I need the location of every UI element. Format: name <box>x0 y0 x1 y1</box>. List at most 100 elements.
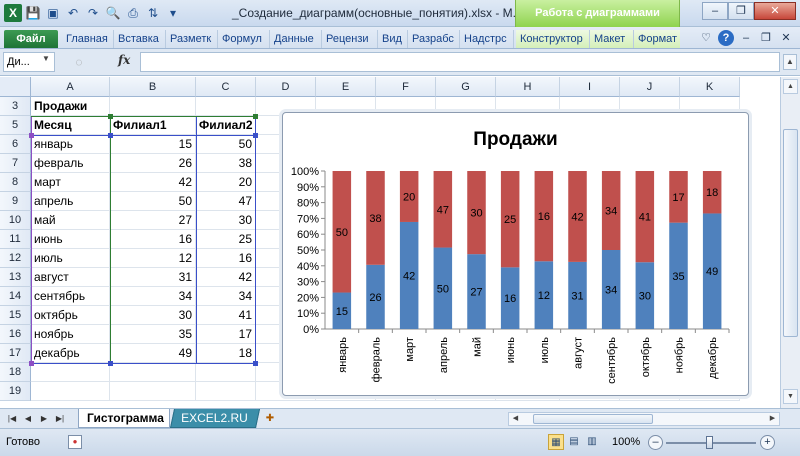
range-handle[interactable] <box>253 133 258 138</box>
data-cell[interactable]: апрель <box>31 192 110 211</box>
scroll-left-icon[interactable]: ◀ <box>509 413 522 425</box>
range-handle[interactable] <box>108 114 113 119</box>
tab-format[interactable]: Формат <box>634 30 680 48</box>
excel-app-icon[interactable]: X <box>4 4 22 22</box>
close-button[interactable]: ✕ <box>754 2 796 20</box>
tab-layout[interactable]: Макет <box>590 30 634 48</box>
column-header[interactable]: B <box>110 77 196 97</box>
cell[interactable] <box>110 363 196 382</box>
row-header[interactable]: 14 <box>0 287 31 306</box>
row-header[interactable]: 8 <box>0 173 31 192</box>
page-break-view-icon[interactable]: ▥ <box>584 434 600 450</box>
sort-icon[interactable]: ⇅ <box>144 4 162 22</box>
cell[interactable] <box>110 382 196 401</box>
column-header[interactable]: A <box>31 77 110 97</box>
restore-button[interactable]: ❐ <box>728 2 754 20</box>
range-handle[interactable] <box>29 361 34 366</box>
range-handle[interactable] <box>253 361 258 366</box>
collapse-ribbon-icon[interactable]: ♡ <box>698 30 714 46</box>
tab-insert[interactable]: Вставка <box>114 30 166 48</box>
column-header[interactable]: F <box>376 77 436 97</box>
data-cell[interactable]: июнь <box>31 230 110 249</box>
expand-formula-bar-icon[interactable]: ▲ <box>783 54 797 70</box>
tab-data[interactable]: Данные <box>270 30 322 48</box>
insert-sheet-icon[interactable]: ✚ <box>262 411 278 426</box>
macro-record-icon[interactable]: ● <box>68 435 82 449</box>
data-cell[interactable]: 38 <box>196 154 256 173</box>
data-cell[interactable]: 26 <box>110 154 196 173</box>
cell[interactable] <box>110 97 196 116</box>
row-header[interactable]: 16 <box>0 325 31 344</box>
data-cell[interactable]: 15 <box>110 135 196 154</box>
data-cell[interactable]: 34 <box>196 287 256 306</box>
data-cell[interactable]: 25 <box>196 230 256 249</box>
name-box-dropdown-icon[interactable]: ▼ <box>42 54 50 63</box>
help-icon[interactable]: ? <box>718 30 734 46</box>
cell[interactable] <box>31 363 110 382</box>
data-cell[interactable]: 16 <box>196 249 256 268</box>
column-header[interactable]: J <box>620 77 680 97</box>
row-header[interactable]: 5 <box>0 116 31 135</box>
data-cell[interactable]: Месяц <box>31 116 110 135</box>
tab-page-layout[interactable]: Разметк <box>166 30 218 48</box>
row-header[interactable]: 15 <box>0 306 31 325</box>
print-preview-icon[interactable]: ▣ <box>44 4 62 22</box>
data-cell[interactable]: 17 <box>196 325 256 344</box>
data-cell[interactable]: май <box>31 211 110 230</box>
range-handle[interactable] <box>253 114 258 119</box>
print-icon[interactable]: ⎙ <box>124 4 142 22</box>
normal-view-icon[interactable]: ▦ <box>548 434 564 450</box>
customize-qat-icon[interactable]: ▾ <box>164 4 182 22</box>
row-header[interactable]: 9 <box>0 192 31 211</box>
tab-review[interactable]: Рецензи <box>322 30 378 48</box>
workbook-minimize-icon[interactable]: – <box>738 30 754 46</box>
cell[interactable] <box>196 382 256 401</box>
zoom-out-icon[interactable]: – <box>648 435 663 450</box>
data-cell[interactable]: Продажи <box>31 97 110 116</box>
data-cell[interactable]: 42 <box>196 268 256 287</box>
row-header[interactable]: 18 <box>0 363 31 382</box>
data-cell[interactable]: август <box>31 268 110 287</box>
row-header[interactable]: 19 <box>0 382 31 401</box>
sheet-tab-active[interactable]: Гистограмма <box>78 409 170 428</box>
column-header[interactable]: K <box>680 77 740 97</box>
row-header[interactable]: 12 <box>0 249 31 268</box>
next-sheet-icon[interactable]: ▶ <box>38 412 50 426</box>
formula-input[interactable] <box>140 52 780 72</box>
column-header[interactable]: H <box>496 77 560 97</box>
scroll-down-icon[interactable]: ▼ <box>783 389 798 404</box>
page-layout-view-icon[interactable]: ▤ <box>566 434 582 450</box>
print-preview-page-icon[interactable]: 🔍 <box>104 4 122 22</box>
data-cell[interactable]: 20 <box>196 173 256 192</box>
row-header[interactable]: 7 <box>0 154 31 173</box>
data-cell[interactable]: 49 <box>110 344 196 363</box>
zoom-level[interactable]: 100% <box>612 436 640 448</box>
data-cell[interactable]: 18 <box>196 344 256 363</box>
workbook-close-icon[interactable]: ✕ <box>778 30 794 46</box>
row-header[interactable]: 6 <box>0 135 31 154</box>
data-cell[interactable]: октябрь <box>31 306 110 325</box>
range-handle[interactable] <box>29 133 34 138</box>
range-handle[interactable] <box>108 361 113 366</box>
data-cell[interactable]: ноябрь <box>31 325 110 344</box>
column-header[interactable]: D <box>256 77 316 97</box>
tab-view[interactable]: Вид <box>378 30 408 48</box>
scroll-right-icon[interactable]: ▶ <box>766 413 779 425</box>
chart-plot[interactable]: 0% 10% 20% 30% 40% 50% 60% 70% 80% 90% 100% 15 50 янв… <box>283 113 750 397</box>
select-all-corner[interactable] <box>0 77 31 97</box>
tab-design[interactable]: Конструктор <box>516 30 590 48</box>
data-cell[interactable]: 16 <box>110 230 196 249</box>
data-cell[interactable]: март <box>31 173 110 192</box>
data-cell[interactable]: июль <box>31 249 110 268</box>
horizontal-scrollbar[interactable]: ◀ ▶ <box>508 412 780 426</box>
sheet-tab-other[interactable]: EXCEL2.RU <box>169 409 261 428</box>
data-cell[interactable]: 12 <box>110 249 196 268</box>
column-header[interactable]: G <box>436 77 496 97</box>
range-handle[interactable] <box>108 133 113 138</box>
scroll-up-icon[interactable]: ▲ <box>783 79 798 94</box>
data-cell[interactable]: февраль <box>31 154 110 173</box>
data-cell[interactable]: 42 <box>110 173 196 192</box>
row-header[interactable]: 13 <box>0 268 31 287</box>
vertical-scroll-thumb[interactable] <box>783 129 798 337</box>
data-cell[interactable]: 30 <box>196 211 256 230</box>
